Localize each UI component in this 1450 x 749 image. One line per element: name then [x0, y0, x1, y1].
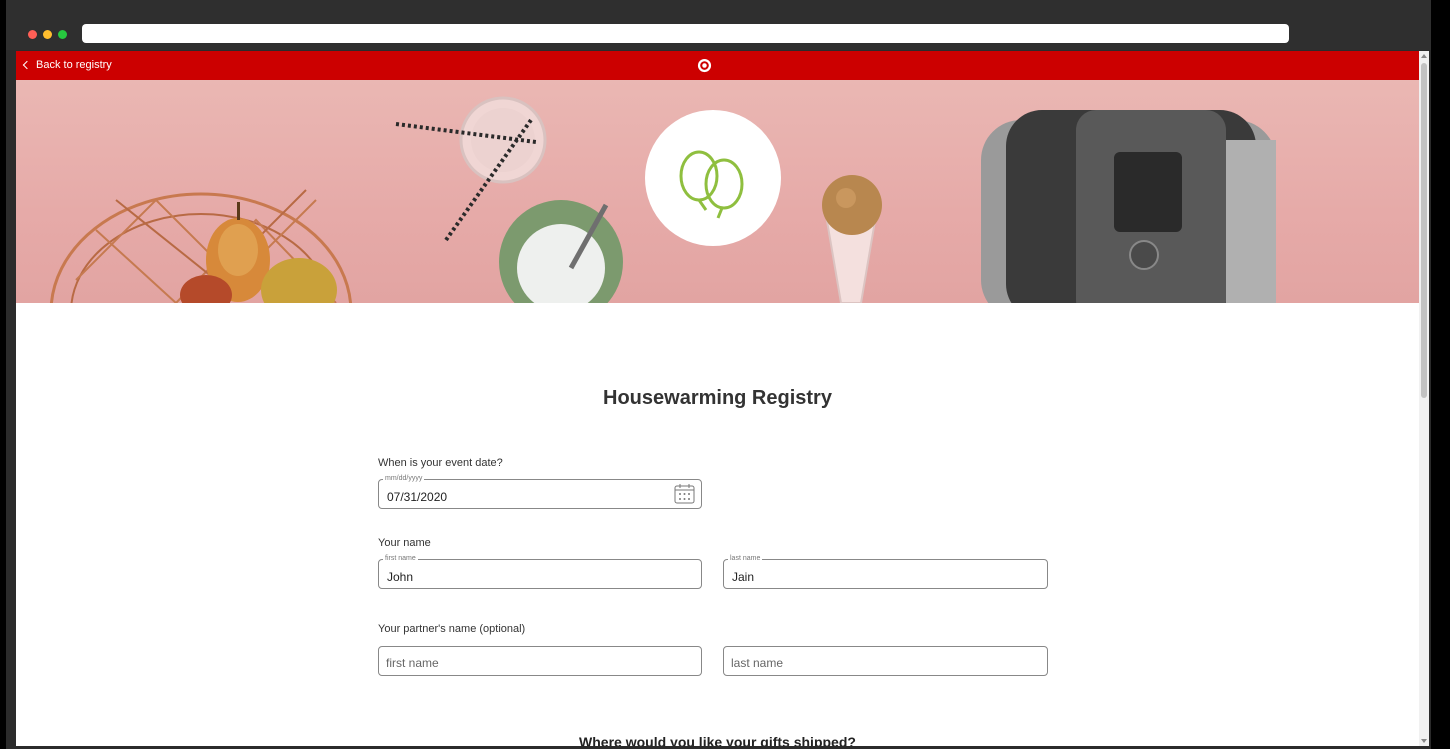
target-bullseye-icon[interactable]: [697, 58, 712, 73]
chevron-left-icon: [22, 60, 32, 70]
maximize-window-button[interactable]: [58, 30, 67, 39]
registry-header-bar: Back to registry: [16, 51, 1419, 80]
close-window-button[interactable]: [28, 30, 37, 39]
event-date-label: When is your event date?: [378, 457, 503, 469]
partner-first-name-field[interactable]: first name: [378, 646, 702, 676]
partner-last-name-field[interactable]: last name: [723, 646, 1048, 676]
last-name-value: Jain: [732, 570, 755, 584]
shipping-heading: Where would you like your gifts shipped?: [579, 734, 856, 746]
browser-window: Back to registry Housewarming Registry W…: [6, 0, 1431, 749]
sugar-bowl-image: [499, 200, 623, 303]
address-bar[interactable]: [82, 24, 1289, 43]
minimize-window-button[interactable]: [43, 30, 52, 39]
first-name-legend: first name: [383, 554, 418, 564]
registry-form: Housewarming Registry When is your event…: [16, 303, 1419, 746]
vase-image: [822, 175, 882, 303]
event-date-field[interactable]: mm/dd/yyyy 07/31/2020: [378, 474, 702, 509]
first-name-value: John: [387, 570, 414, 584]
scrollbar-thumb[interactable]: [1421, 63, 1427, 398]
last-name-legend: last name: [728, 554, 763, 564]
partner-name-label: Your partner's name (optional): [378, 623, 526, 635]
last-name-field[interactable]: last name Jain: [723, 554, 1048, 589]
page-scrollbar[interactable]: [1419, 51, 1429, 746]
fruit-basket-image: [49, 189, 353, 303]
partner-first-name-placeholder: first name: [386, 656, 439, 670]
browser-titlebar: [6, 0, 1431, 50]
partner-last-name-placeholder: last name: [731, 656, 784, 670]
page-title: Housewarming Registry: [603, 387, 832, 409]
calendar-icon[interactable]: [674, 484, 695, 504]
event-date-legend: mm/dd/yyyy: [383, 474, 425, 484]
scroll-down-arrow-icon[interactable]: [1421, 739, 1427, 743]
back-link-label: Back to registry: [36, 59, 112, 71]
balloons-badge: [645, 110, 781, 246]
scroll-up-arrow-icon[interactable]: [1421, 54, 1427, 58]
hero-illustration: [49, 96, 1276, 303]
hero-banner: [16, 80, 1419, 303]
first-name-field[interactable]: first name John: [378, 554, 702, 589]
your-name-label: Your name: [378, 537, 431, 549]
back-to-registry-link[interactable]: Back to registry: [22, 59, 112, 71]
coffee-maker-image: [981, 110, 1276, 303]
event-date-value: 07/31/2020: [387, 490, 448, 504]
page-viewport: Back to registry Housewarming Registry W…: [16, 51, 1429, 746]
